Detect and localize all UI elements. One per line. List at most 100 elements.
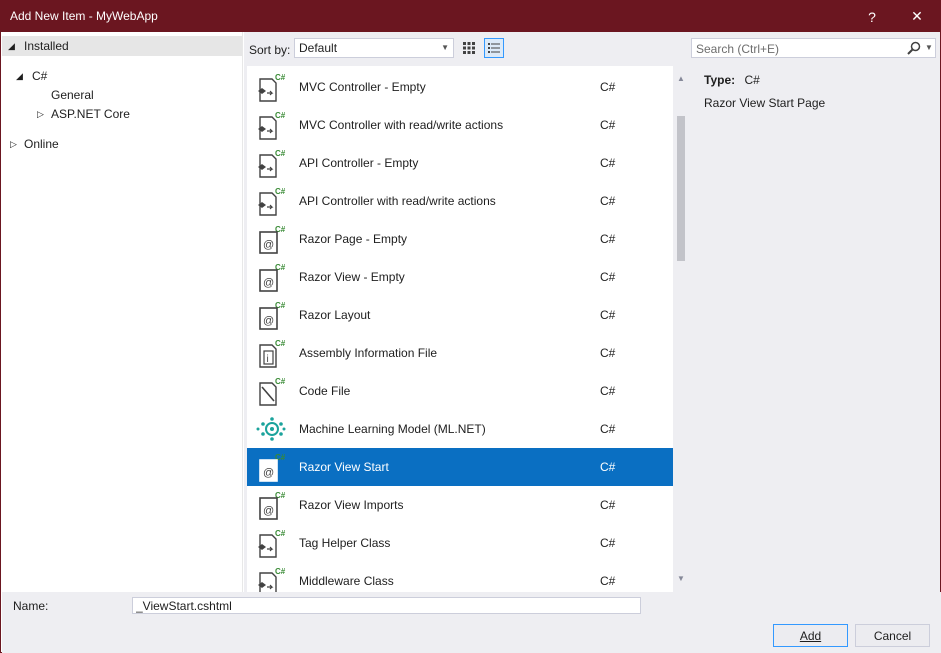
tree-item-csharp[interactable]: ◢ C# [16, 66, 47, 86]
close-button[interactable]: ✕ [894, 1, 940, 32]
code-file-icon: C# [255, 375, 287, 407]
template-description: Razor View Start Page [704, 96, 826, 110]
template-item[interactable]: Machine Learning Model (ML.NET) C# [247, 410, 673, 448]
svg-text:C#: C# [275, 149, 286, 158]
svg-text:i: i [267, 354, 269, 365]
type-info: Type: C# [704, 73, 760, 87]
search-input[interactable]: Search (Ctrl+E) [696, 42, 779, 56]
template-name: Middleware Class [299, 574, 394, 588]
expand-arrow-icon[interactable]: ▷ [37, 109, 47, 120]
name-label: Name: [13, 599, 49, 613]
razor-icon: C# @ [255, 489, 287, 521]
template-language: C# [600, 536, 616, 550]
template-item[interactable]: C# Tag Helper Class C# [247, 524, 673, 562]
window-title: Add New Item - MyWebApp [10, 9, 158, 23]
template-language: C# [600, 232, 616, 246]
template-item[interactable]: C# Code File C# [247, 372, 673, 410]
razor-icon: C# @ [255, 299, 287, 331]
razor-icon: C# @ [255, 261, 287, 293]
expand-arrow-icon[interactable]: ▷ [10, 139, 20, 150]
template-language: C# [600, 156, 616, 170]
chevron-down-icon: ▼ [441, 43, 449, 52]
template-item[interactable]: C# @ Razor View Imports C# [247, 486, 673, 524]
tree-item-label: Online [24, 137, 59, 151]
template-item[interactable]: C# API Controller - Empty C# [247, 144, 673, 182]
template-name: API Controller with read/write actions [299, 194, 496, 208]
template-name: API Controller - Empty [299, 156, 419, 170]
template-pane: Sort by: Default ▼ C# MVC Controller - E… [244, 32, 689, 592]
template-item[interactable]: C# API Controller with read/write actions… [247, 182, 673, 220]
list-view-icon [488, 43, 500, 53]
template-item[interactable]: C# MVC Controller with read/write actions… [247, 106, 673, 144]
template-language: C# [600, 346, 616, 360]
tree-item-installed[interactable]: ◢ Installed [2, 36, 242, 56]
type-label: Type: [704, 73, 736, 87]
svg-text:@: @ [263, 505, 274, 517]
template-name: MVC Controller with read/write actions [299, 118, 504, 132]
sort-dropdown[interactable]: Default ▼ [294, 38, 454, 58]
collapse-arrow-icon[interactable]: ◢ [16, 71, 26, 82]
file-name-input[interactable] [132, 597, 641, 614]
template-name: Code File [299, 384, 351, 398]
template-language: C# [600, 118, 616, 132]
title-bar: Add New Item - MyWebApp ? ✕ [1, 1, 940, 32]
tree-item-aspnet-core[interactable]: ▷ ASP.NET Core [37, 104, 130, 124]
tree-item-label: C# [32, 69, 48, 83]
add-button-label: Add [799, 628, 822, 643]
template-language: C# [600, 460, 616, 474]
svg-text:C#: C# [275, 187, 286, 196]
controller-icon: C# [255, 185, 287, 217]
razor-icon: C# @ [255, 223, 287, 255]
template-item[interactable]: C# @ Razor View - Empty C# [247, 258, 673, 296]
template-name: Razor Page - Empty [299, 232, 408, 246]
controller-icon: C# [255, 527, 287, 559]
template-item[interactable]: C# @ Razor Page - Empty C# [247, 220, 673, 258]
type-value: C# [744, 73, 760, 87]
scroll-down-icon[interactable]: ▼ [677, 574, 685, 583]
search-options-chevron-icon[interactable]: ▼ [925, 43, 933, 52]
template-item[interactable]: C# @ Razor Layout C# [247, 296, 673, 334]
svg-text:C#: C# [275, 377, 286, 386]
cancel-button[interactable]: Cancel [855, 624, 930, 647]
help-button[interactable]: ? [849, 1, 895, 32]
search-icon[interactable] [906, 40, 922, 56]
grid-view-button[interactable] [459, 38, 479, 58]
controller-icon: C# [255, 565, 287, 592]
template-name: Assembly Information File [299, 346, 438, 360]
template-name: Razor View Start [299, 460, 389, 474]
tree-item-label: General [51, 88, 94, 102]
template-language: C# [600, 270, 616, 284]
template-item[interactable]: C# @ Razor View Start C# [247, 448, 673, 486]
template-language: C# [600, 80, 616, 94]
template-name: Razor Layout [299, 308, 371, 322]
template-item[interactable]: C# MVC Controller - Empty C# [247, 68, 673, 106]
grid-view-icon [463, 42, 475, 54]
list-view-button[interactable] [484, 38, 504, 58]
add-new-item-dialog: Add New Item - MyWebApp ? ✕ ◢ Installed … [0, 0, 941, 653]
template-list: C# MVC Controller - Empty C# C# MVC Controll… [247, 66, 673, 592]
search-box[interactable]: Search (Ctrl+E) ▼ [691, 38, 936, 58]
template-item[interactable]: C# Middleware Class C# [247, 562, 673, 592]
template-item[interactable]: C# i Assembly Information File C# [247, 334, 673, 372]
sort-toolbar: Sort by: Default ▼ [244, 32, 689, 66]
sort-value: Default [299, 41, 338, 55]
vertical-scrollbar[interactable]: ▲ ▼ [673, 66, 689, 592]
template-language: C# [600, 498, 616, 512]
tree-item-label: Installed [24, 39, 69, 53]
tree-item-general[interactable]: General [51, 85, 94, 105]
info-file-icon: C# i [255, 337, 287, 369]
svg-text:@: @ [263, 467, 274, 479]
tree-item-online[interactable]: ▷ Online [10, 134, 59, 154]
collapse-arrow-icon[interactable]: ◢ [8, 41, 18, 52]
svg-text:@: @ [263, 277, 274, 289]
name-bar: Name: Add Cancel [2, 592, 941, 653]
scrollbar-thumb[interactable] [677, 116, 685, 261]
controller-icon: C# [255, 71, 287, 103]
add-button[interactable]: Add [773, 624, 848, 647]
scroll-up-icon[interactable]: ▲ [677, 74, 685, 83]
template-name: Machine Learning Model (ML.NET) [299, 422, 486, 436]
template-language: C# [600, 574, 616, 588]
controller-icon: C# [255, 147, 287, 179]
svg-text:C#: C# [275, 339, 286, 348]
svg-text:C#: C# [275, 111, 286, 120]
